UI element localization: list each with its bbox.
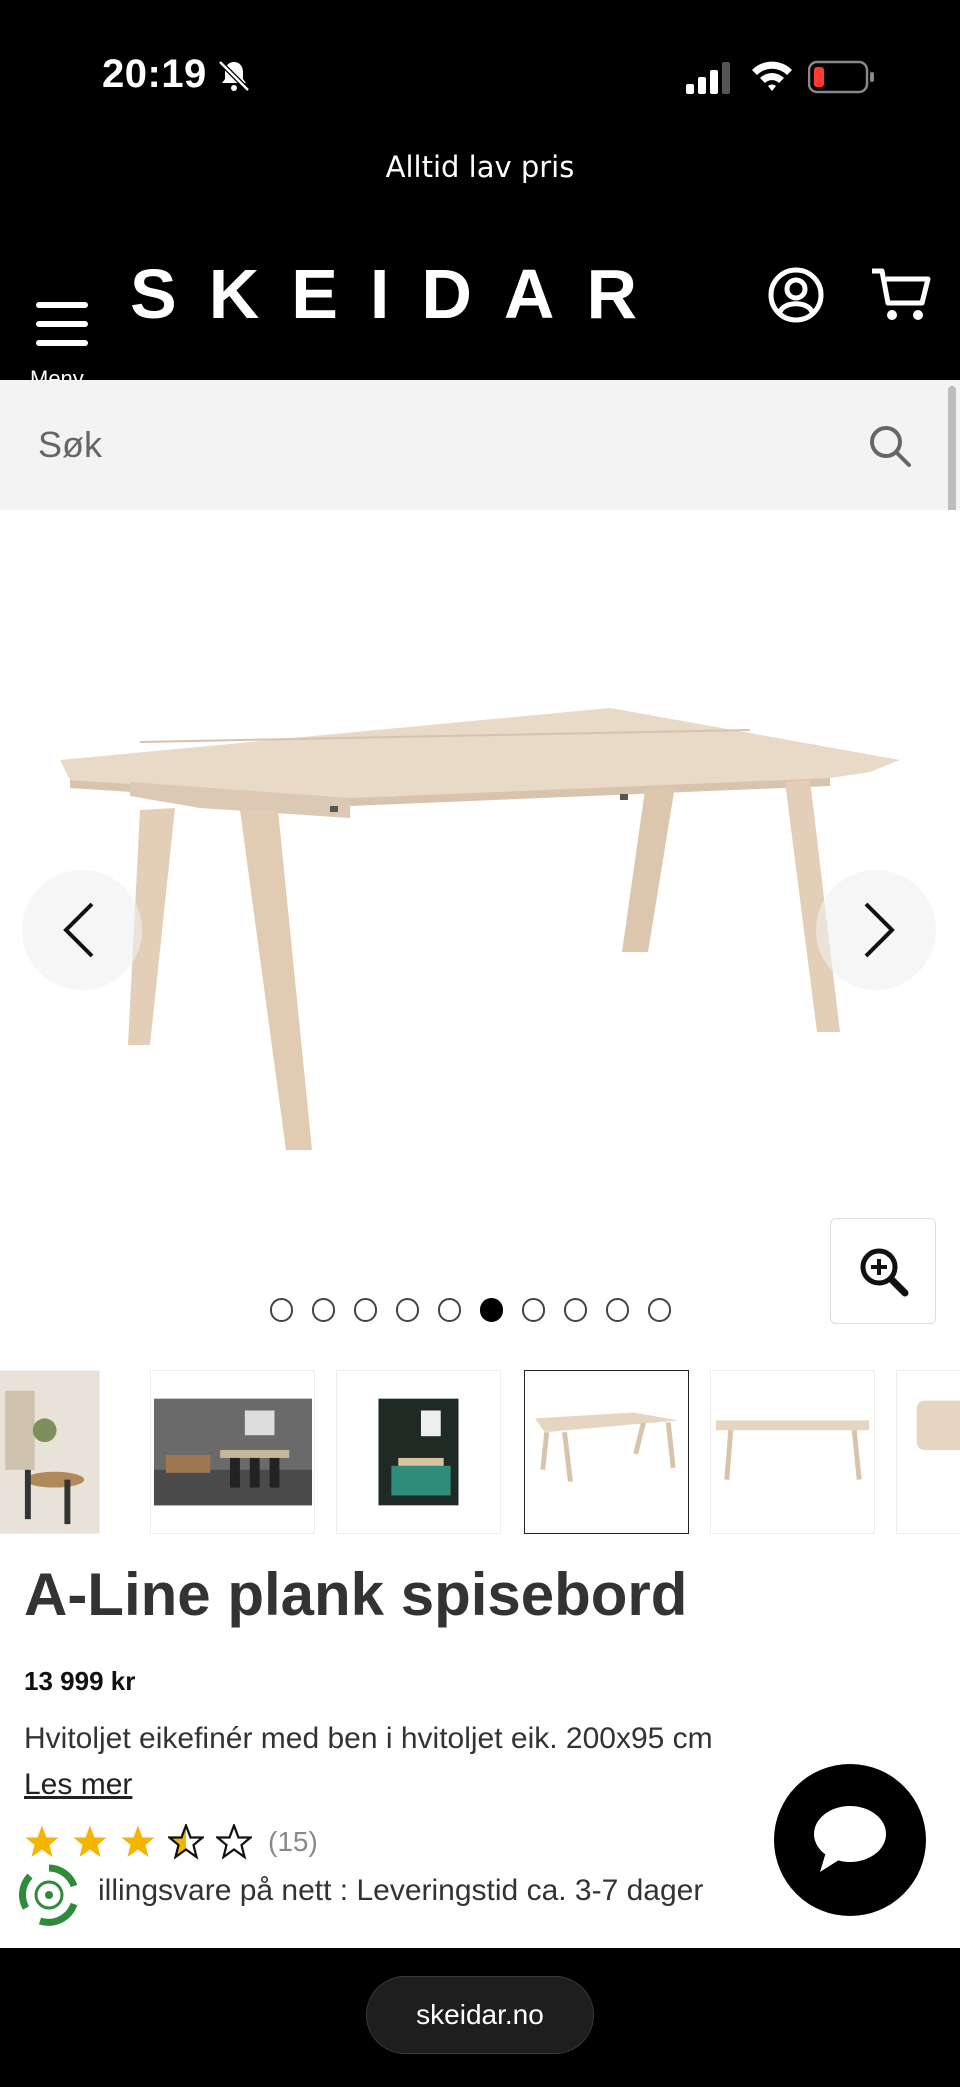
site-header: Meny SKEIDAR — [0, 230, 960, 391]
star-half-icon — [168, 1824, 204, 1860]
product-title: A-Line plank spisebord — [24, 1561, 688, 1628]
chat-icon — [814, 1806, 886, 1872]
delivery-info: illingsvare på nett : Leveringstid ca. 3… — [98, 1874, 704, 1907]
chevron-right-icon — [864, 902, 895, 958]
thumbnail-gray-room[interactable] — [150, 1370, 315, 1534]
wifi-icon — [752, 61, 792, 91]
star-filled-icon — [121, 1825, 155, 1857]
site-logo[interactable]: SKEIDAR — [130, 254, 669, 334]
carousel-dot[interactable] — [396, 1298, 419, 1322]
product-gallery — [0, 510, 960, 1340]
carousel-dot[interactable] — [312, 1298, 335, 1322]
review-count: (15) — [268, 1826, 318, 1857]
thumbnail-strip — [0, 1370, 960, 1535]
next-image-button[interactable] — [816, 870, 936, 990]
status-time: 20:19 — [102, 52, 207, 96]
product-description: Hvitoljet eikefinér med ben i hvitoljet … — [24, 1722, 713, 1755]
cart-icon[interactable] — [870, 267, 932, 323]
carousel-dot[interactable] — [648, 1298, 671, 1322]
bell-muted-icon — [218, 60, 250, 92]
carousel-dot[interactable] — [438, 1298, 461, 1322]
thumbnail-table-angle[interactable] — [524, 1370, 689, 1534]
address-bar[interactable]: skeidar.no — [366, 1976, 594, 2054]
zoom-button[interactable] — [830, 1218, 936, 1324]
menu-icon — [36, 302, 88, 346]
search-input[interactable] — [38, 420, 838, 470]
thumbnail-table-detail[interactable] — [896, 1370, 960, 1534]
thumbnail-table-front[interactable] — [710, 1370, 875, 1534]
promo-banner: Alltid lav pris — [0, 150, 960, 230]
star-filled-icon — [73, 1825, 107, 1857]
product-image[interactable] — [50, 700, 910, 1150]
thumbnail-dining-room[interactable] — [0, 1370, 100, 1534]
status-bar: 20:19 — [0, 0, 960, 150]
carousel-dot[interactable] — [564, 1298, 587, 1322]
account-icon[interactable] — [768, 267, 824, 323]
product-price: 13 999 kr — [24, 1666, 136, 1696]
thumbnail-dark-room[interactable] — [336, 1370, 501, 1534]
carousel-dots — [270, 1298, 690, 1328]
search-bar — [0, 380, 960, 510]
zoom-in-icon — [860, 1248, 909, 1297]
previous-image-button[interactable] — [22, 870, 142, 990]
carousel-dot[interactable] — [522, 1298, 545, 1322]
carousel-dot[interactable] — [354, 1298, 377, 1322]
read-more-link[interactable]: Les mer — [24, 1768, 132, 1802]
menu-button[interactable]: Meny — [28, 268, 94, 391]
carousel-dot[interactable] — [270, 1298, 293, 1322]
search-icon[interactable] — [868, 424, 912, 468]
eco-badge-icon[interactable] — [16, 1862, 82, 1928]
cellular-signal-icon — [686, 62, 730, 94]
carousel-dot[interactable] — [606, 1298, 629, 1322]
carousel-dot[interactable] — [480, 1298, 503, 1322]
star-empty-icon — [216, 1824, 252, 1860]
chevron-left-icon — [63, 902, 94, 958]
battery-low-icon — [808, 60, 874, 94]
chat-button[interactable] — [774, 1764, 926, 1916]
browser-bottom-bar: skeidar.no — [0, 1948, 960, 2087]
promo-text: Alltid lav pris — [385, 150, 575, 184]
star-filled-icon — [25, 1825, 59, 1857]
product-rating[interactable]: (15) — [24, 1822, 318, 1862]
